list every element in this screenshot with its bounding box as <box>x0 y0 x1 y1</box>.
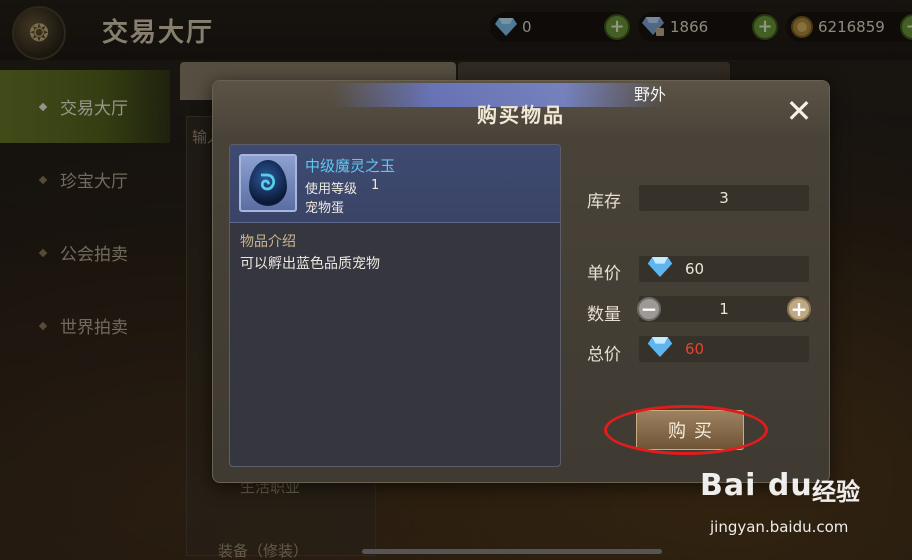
diamond-icon <box>647 337 673 361</box>
close-icon: ✕ <box>785 92 813 130</box>
item-thumbnail: ᘐ <box>239 154 297 212</box>
unit-price-field: 60 <box>639 256 809 282</box>
unit-price-label: 单价 <box>587 264 621 284</box>
stock-value: 3 <box>639 185 809 211</box>
total-price-value: 60 <box>685 340 705 358</box>
plus-icon: + <box>790 297 808 321</box>
item-header: ᘐ 中级魔灵之玉 使用等级 1 宠物蛋 <box>230 145 560 223</box>
item-desc-label: 物品介绍 <box>240 234 296 250</box>
decrease-quantity-button[interactable]: − <box>637 297 661 321</box>
stock-label: 库存 <box>587 192 621 212</box>
highlight-circle <box>604 405 768 455</box>
item-level-value: 1 <box>371 178 380 193</box>
watermark: Bai du 经验 jingyan.baidu.com <box>700 468 900 548</box>
total-label: 总价 <box>587 345 621 365</box>
quantity-stepper[interactable]: 1 <box>639 296 809 322</box>
watermark-logo: Bai du <box>700 468 813 503</box>
quantity-value: 1 <box>719 300 729 318</box>
close-button[interactable]: ✕ <box>783 95 815 127</box>
item-type: 宠物蛋 <box>305 201 345 216</box>
total-price-field: 60 <box>639 336 809 362</box>
pet-egg-icon: ᘐ <box>249 160 287 206</box>
watermark-cn-text: 经验 <box>812 478 860 506</box>
dialog-header: 野外 购买物品 ✕ <box>213 81 829 137</box>
item-info-panel: ᘐ 中级魔灵之玉 使用等级 1 宠物蛋 物品介绍 可以孵出蓝色品质宠物 <box>229 144 561 467</box>
minus-icon: − <box>640 297 658 321</box>
item-desc-text: 可以孵出蓝色品质宠物 <box>240 256 380 272</box>
watermark-url: jingyan.baidu.com <box>710 518 849 536</box>
diamond-icon <box>647 257 673 281</box>
dialog-title: 购买物品 <box>477 103 565 127</box>
quantity-label: 数量 <box>587 305 621 325</box>
item-level-label: 使用等级 <box>305 182 358 197</box>
unit-price-value: 60 <box>685 260 705 278</box>
item-name: 中级魔灵之玉 <box>305 157 396 175</box>
increase-quantity-button[interactable]: + <box>787 297 811 321</box>
